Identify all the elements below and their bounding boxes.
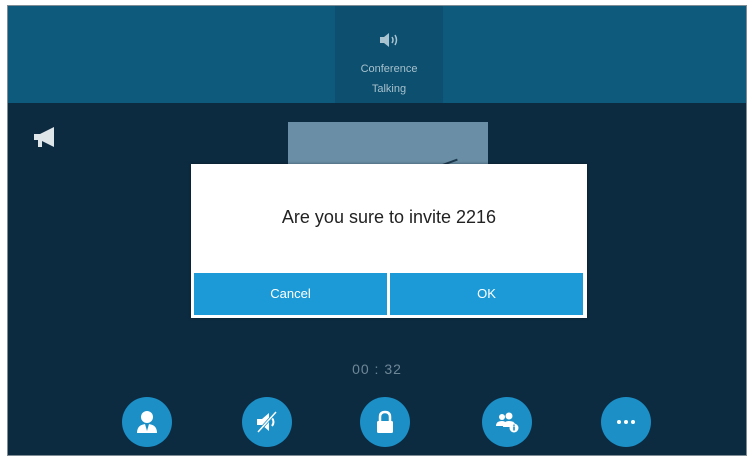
mute-button[interactable]	[242, 397, 292, 447]
conference-info-icon	[496, 412, 519, 433]
conference-info-button[interactable]	[482, 397, 532, 447]
call-label: Conference	[360, 63, 418, 75]
speaker-icon	[380, 33, 398, 47]
call-tab[interactable]: Conference Talking	[335, 6, 443, 103]
contact-button[interactable]	[122, 397, 172, 447]
more-button[interactable]	[601, 397, 651, 447]
dialog-message: Are you sure to invite 2216	[281, 207, 497, 227]
top-bar: Conference Talking	[8, 6, 746, 103]
cancel-button[interactable]: Cancel	[194, 273, 387, 315]
mute-icon	[256, 410, 278, 434]
megaphone-icon	[34, 127, 54, 147]
more-icon	[617, 420, 635, 424]
phone-screen: Conference Talking 00 : 32 Are you sure …	[7, 5, 747, 456]
call-status: Talking	[371, 83, 407, 95]
contact-icon	[137, 411, 157, 433]
softkey-bar	[8, 397, 746, 455]
ok-button[interactable]: OK	[390, 273, 583, 315]
confirm-dialog: Are you sure to invite 2216 Cancel OK	[191, 164, 587, 318]
lock-button[interactable]	[360, 397, 410, 447]
lock-icon	[377, 410, 393, 433]
call-timer: 00 : 32	[352, 361, 402, 377]
